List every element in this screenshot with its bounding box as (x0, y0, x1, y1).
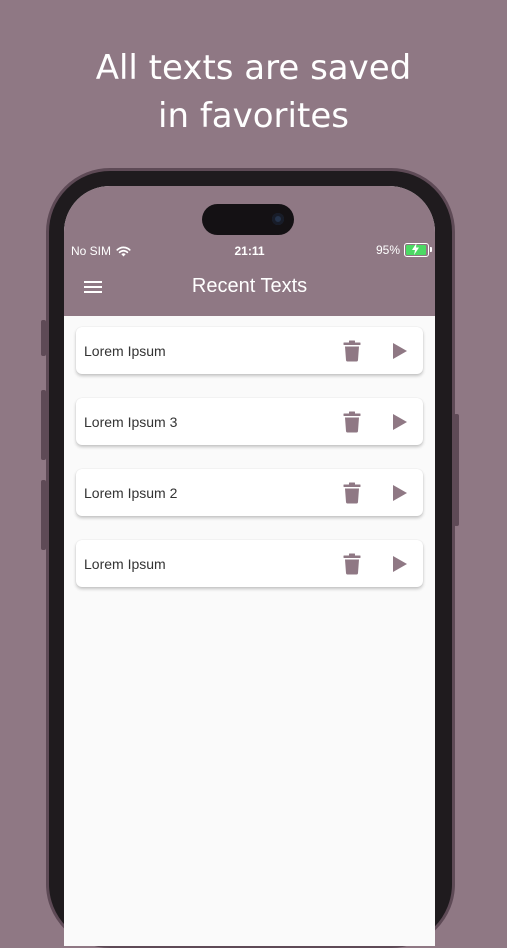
text-card[interactable]: Lorem Ipsum (76, 327, 423, 374)
trash-icon (343, 411, 361, 433)
play-icon (393, 556, 407, 572)
camera-icon (272, 213, 284, 225)
phone-volume-down-button (41, 480, 46, 550)
delete-button[interactable] (340, 339, 364, 363)
status-bar: No SIM 21:11 95% (64, 242, 435, 262)
dynamic-island (202, 204, 294, 235)
promo-headline-line-1: All texts are saved (95, 48, 412, 88)
promo-headline: All texts are saved in favorites (0, 44, 507, 140)
play-icon (393, 485, 407, 501)
play-icon (393, 414, 407, 430)
text-card-label: Lorem Ipsum (84, 343, 166, 359)
text-card-label: Lorem Ipsum 3 (84, 414, 178, 430)
trash-icon (343, 553, 361, 575)
phone-power-button (454, 414, 459, 526)
recent-texts-list: Lorem Ipsum Lorem Ipsum 3 Lorem Ipsum 2 … (76, 327, 423, 611)
play-button[interactable] (388, 552, 412, 576)
phone-volume-up-button (41, 390, 46, 460)
play-button[interactable] (388, 339, 412, 363)
battery-icon (404, 243, 432, 257)
screen-title: Recent Texts (191, 275, 308, 297)
promo-headline-line-2: in favorites (158, 96, 349, 136)
text-card[interactable]: Lorem Ipsum 2 (76, 469, 423, 516)
trash-icon (343, 482, 361, 504)
phone-side-button (41, 320, 46, 356)
delete-button[interactable] (340, 552, 364, 576)
app-bar: No SIM 21:11 95% Recent Texts (64, 186, 435, 316)
text-card[interactable]: Lorem Ipsum (76, 540, 423, 587)
text-card-label: Lorem Ipsum (84, 556, 166, 572)
battery-group: 95% (375, 243, 432, 257)
delete-button[interactable] (340, 410, 364, 434)
play-icon (393, 343, 407, 359)
charging-bolt-icon (412, 243, 419, 255)
trash-icon (343, 340, 361, 362)
play-button[interactable] (388, 410, 412, 434)
battery-percent: 95% (375, 243, 400, 257)
toolbar: Recent Texts (64, 272, 435, 302)
delete-button[interactable] (340, 481, 364, 505)
text-card[interactable]: Lorem Ipsum 3 (76, 398, 423, 445)
phone-screen: No SIM 21:11 95% Recent Texts Lorem Ipsu… (64, 186, 435, 946)
battery-tip (430, 247, 432, 252)
play-button[interactable] (388, 481, 412, 505)
text-card-label: Lorem Ipsum 2 (84, 485, 178, 501)
